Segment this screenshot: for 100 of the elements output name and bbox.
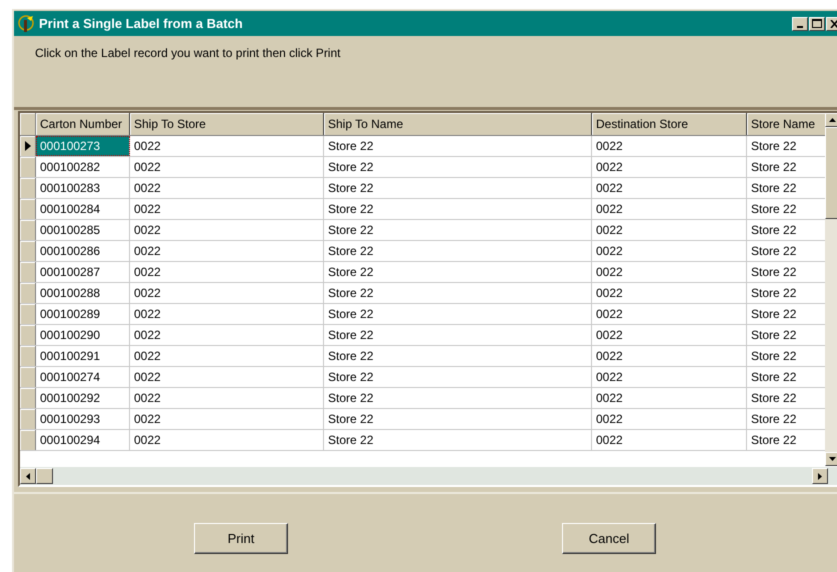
table-cell: 0022 [130, 367, 324, 387]
table-cell-text: Store 22 [750, 390, 798, 407]
horizontal-scrollbar[interactable] [20, 466, 837, 485]
vertical-scrollbar[interactable] [825, 113, 837, 466]
column-header[interactable]: Destination Store [592, 113, 747, 135]
table-cell: 0022 [592, 430, 747, 450]
app-icon [17, 14, 35, 32]
table-cell: 0022 [130, 304, 324, 324]
column-header[interactable]: Store Name [747, 113, 825, 135]
table-row[interactable]: 000100274 0022 Store 22 0022 Store 22 [20, 367, 825, 388]
table-cell: 0022 [592, 304, 747, 324]
print-button[interactable]: Print [194, 523, 288, 554]
table-cell: Store 22 [324, 367, 592, 387]
table-cell: 000100290 [36, 325, 130, 345]
table-cell: Store 22 [324, 199, 592, 219]
table-row[interactable]: 000100290 0022 Store 22 0022 Store 22 [20, 325, 825, 346]
table-row[interactable]: 000100273 0022 Store 22 0022 Store 22 [20, 136, 825, 157]
table-cell: 000100284 [36, 199, 130, 219]
table-cell: 000100286 [36, 241, 130, 261]
table-cell: 0022 [130, 346, 324, 366]
table-cell: 0022 [130, 388, 324, 408]
table-cell: 0022 [130, 241, 324, 261]
table-row[interactable]: 000100293 0022 Store 22 0022 Store 22 [20, 409, 825, 430]
table-cell: 000100292 [36, 388, 130, 408]
table-cell: 000100287 [36, 262, 130, 282]
maximize-icon [812, 19, 822, 28]
table-cell: Store 22 [324, 304, 592, 324]
table-cell: 0022 [130, 430, 324, 450]
table-cell: 0022 [592, 178, 747, 198]
table-cell: Store 22 [324, 346, 592, 366]
table-cell: 000100282 [36, 157, 130, 177]
table-cell: Store 22 [324, 241, 592, 261]
table-cell: 0022 [592, 325, 747, 345]
table-cell: 0022 [130, 199, 324, 219]
table-cell: 000100291 [36, 346, 130, 366]
table-cell: Store 22 [324, 262, 592, 282]
table-row[interactable]: 000100292 0022 Store 22 0022 Store 22 [20, 388, 825, 409]
current-row-icon [24, 141, 30, 151]
table-cell-text: Store 22 [750, 411, 798, 428]
table-cell: 0022 [592, 241, 747, 261]
table-cell: 000100293 [36, 409, 130, 429]
table-cell: 0022 [130, 283, 324, 303]
table-cell: 0022 [130, 178, 324, 198]
table-row[interactable]: 000100294 0022 Store 22 0022 Store 22 [20, 430, 825, 451]
table-cell: 000100273 [36, 136, 130, 156]
column-header[interactable]: Ship To Store [130, 113, 324, 135]
table-cell-text: Store 22 [750, 159, 798, 176]
table-cell: 0022 [130, 220, 324, 240]
table-row[interactable]: 000100283 0022 Store 22 0022 Store 22 [20, 178, 825, 199]
column-header[interactable]: Carton Number [36, 113, 130, 135]
table-row[interactable]: 000100289 0022 Store 22 0022 Store 22 [20, 304, 825, 325]
table-cell: 0022 [592, 199, 747, 219]
down-arrow-icon [828, 457, 836, 461]
table-cell: Store 22 [324, 283, 592, 303]
right-arrow-icon [818, 472, 822, 480]
table-row[interactable]: 000100291 0022 Store 22 0022 Store 22 [20, 346, 825, 367]
table-cell: 0022 [130, 325, 324, 345]
up-arrow-icon [828, 118, 836, 122]
table-cell-text: Store 22 [750, 264, 798, 281]
table-cell: 0022 [592, 136, 747, 156]
table-cell: Store 22 [324, 430, 592, 450]
table-cell: 0022 [592, 262, 747, 282]
table-row[interactable]: 000100284 0022 Store 22 0022 Store 22 [20, 199, 825, 220]
table-cell: Store 22 [324, 157, 592, 177]
table-cell-text: Store 22 [750, 285, 798, 302]
table-cell-text: Store 22 [750, 348, 798, 365]
table-row[interactable]: 000100287 0022 Store 22 0022 Store 22 [20, 262, 825, 283]
scroll-thumb[interactable] [36, 468, 53, 484]
table-row[interactable]: 000100288 0022 Store 22 0022 Store 22 [20, 283, 825, 304]
window-title: Print a Single Label from a Batch [39, 16, 244, 31]
table-cell: Store 22 [324, 220, 592, 240]
cancel-button[interactable]: Cancel [562, 523, 656, 554]
table-cell: 0022 [592, 346, 747, 366]
table-cell: 000100288 [36, 283, 130, 303]
table-cell: 000100289 [36, 304, 130, 324]
table-cell: 0022 [592, 388, 747, 408]
table-cell: 0022 [592, 220, 747, 240]
table-cell-text: Store 22 [750, 180, 798, 197]
table-cell: 0022 [592, 157, 747, 177]
instruction-text: Click on the Label record you want to print then click Print [35, 46, 340, 60]
table-row[interactable]: 000100285 0022 Store 22 0022 Store 22 [20, 220, 825, 241]
table-cell: 000100285 [36, 220, 130, 240]
column-header[interactable]: Ship To Name [324, 113, 592, 135]
minimize-button[interactable] [792, 16, 808, 30]
table-cell: Store 22 [324, 136, 592, 156]
table-cell: 000100294 [36, 430, 130, 450]
table-cell: 0022 [130, 136, 324, 156]
table-cell: 0022 [130, 262, 324, 282]
table-cell: 0022 [592, 409, 747, 429]
table-cell: 0022 [130, 409, 324, 429]
table-row[interactable]: 000100286 0022 Store 22 0022 Store 22 [20, 241, 825, 262]
table-cell-text: Store 22 [750, 201, 798, 218]
table-cell-text: Store 22 [750, 432, 798, 449]
table-cell: Store 22 [324, 325, 592, 345]
table-cell-text: Store 22 [750, 306, 798, 323]
maximize-button[interactable] [809, 16, 825, 30]
table-row[interactable]: 000100282 0022 Store 22 0022 Store 22 [20, 157, 825, 178]
table-cell-text: Store 22 [750, 138, 798, 155]
table-cell-text: Store 22 [750, 222, 798, 239]
close-icon [830, 20, 837, 28]
